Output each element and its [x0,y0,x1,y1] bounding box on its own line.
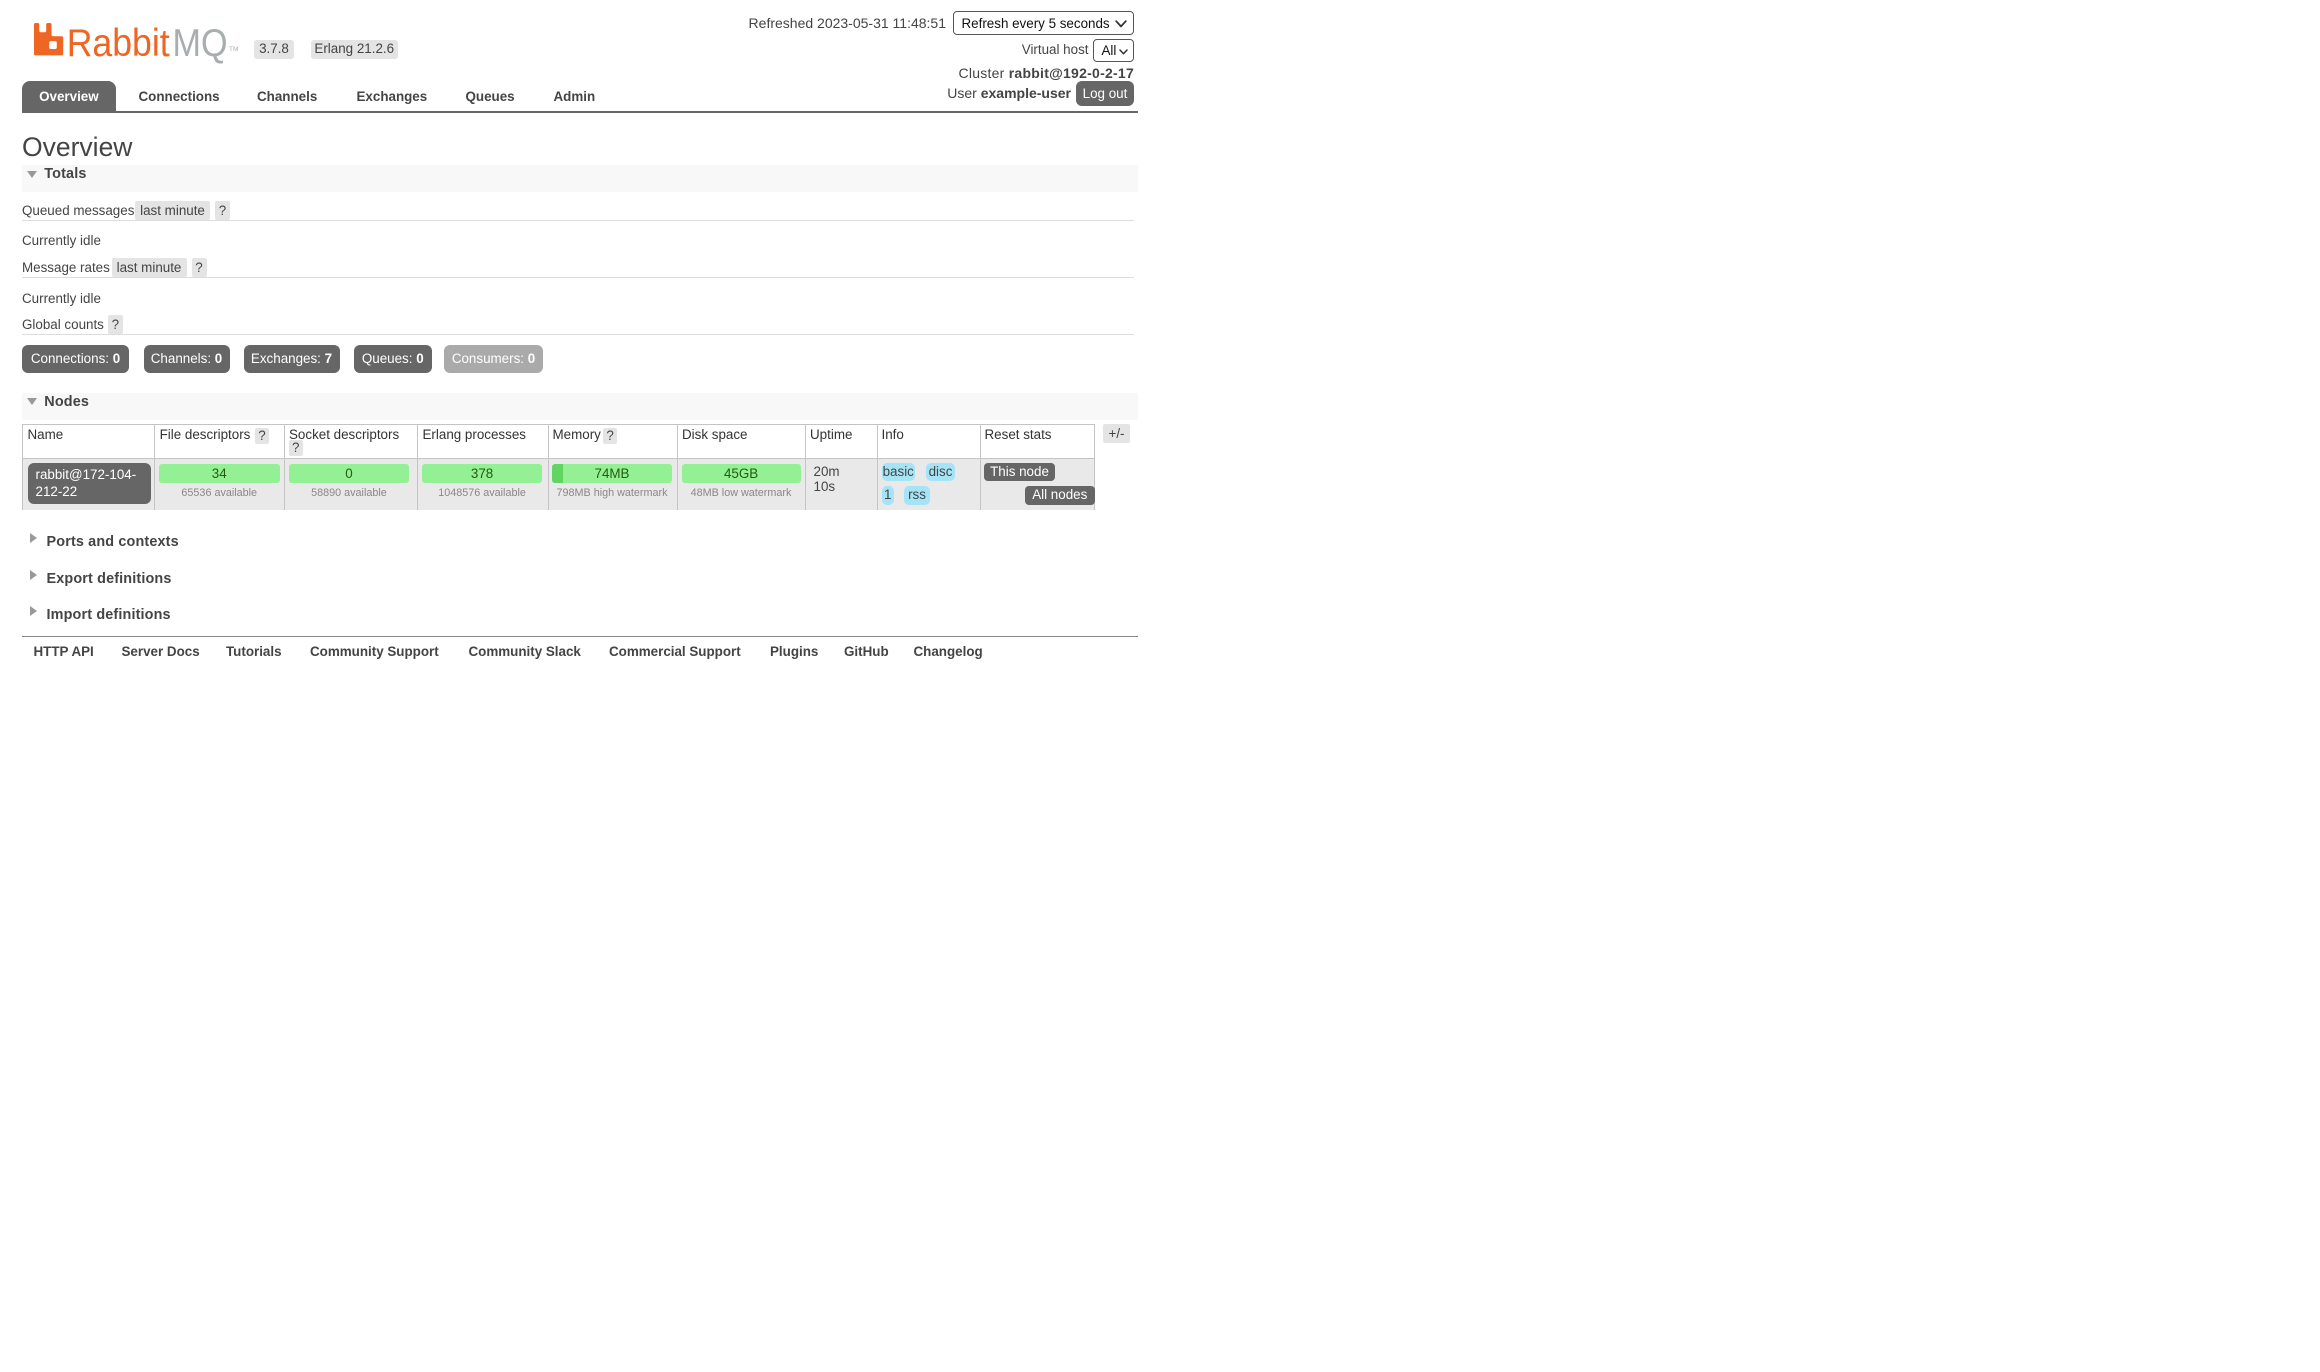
svg-text:MQ: MQ [173,22,228,65]
svg-text:Rabbit: Rabbit [67,22,170,65]
svg-text:TM: TM [229,46,238,53]
